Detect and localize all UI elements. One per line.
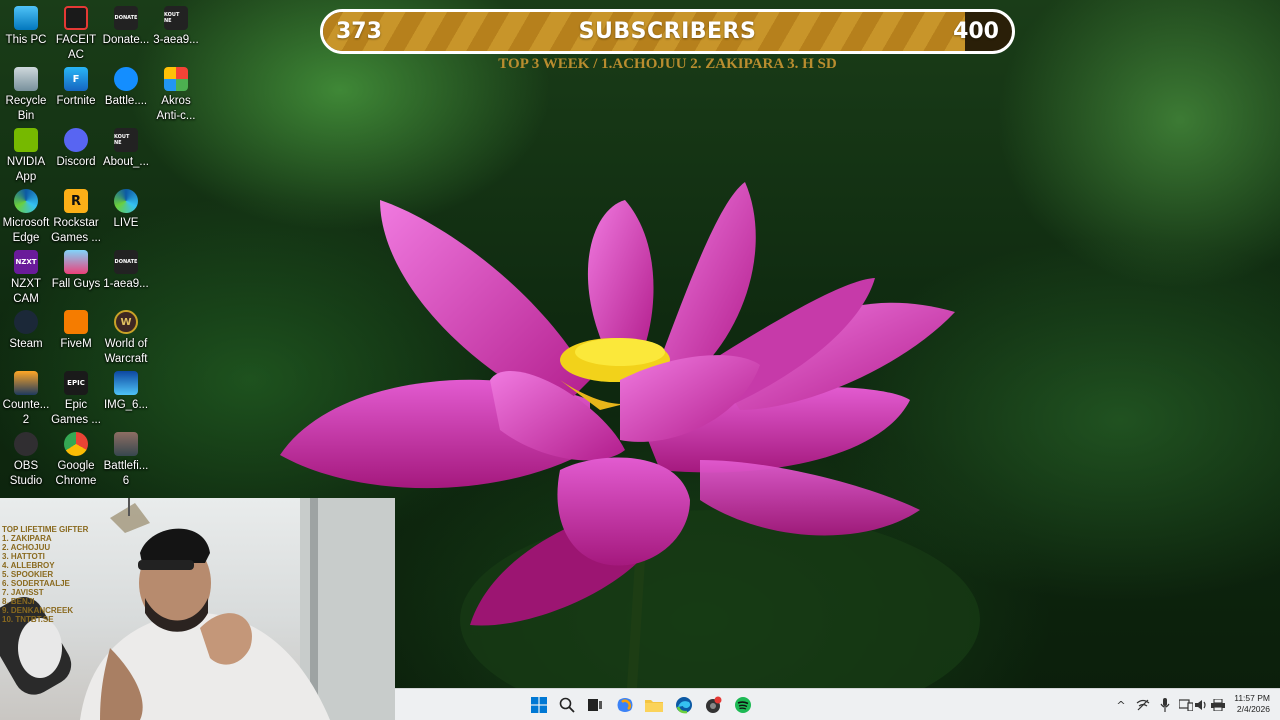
printer-icon[interactable] — [1211, 698, 1225, 712]
nzxt-cam-icon: NZXT — [14, 250, 38, 274]
file-explorer-icon[interactable] — [643, 694, 665, 716]
faceit-ac-icon — [64, 6, 88, 30]
desktop-icon-fall-guys[interactable]: Fall Guys — [50, 250, 102, 292]
top3-week-ticker: TOP 3 WEEK / 1.ACHOJUU 2. ZAKIPARA 3. H … — [498, 56, 837, 72]
battlenet-icon — [114, 67, 138, 91]
obs-icon — [14, 432, 38, 456]
system-clock[interactable]: 11:57 PM 2/4/2026 — [1234, 693, 1270, 715]
video-file-icon: DONATE — [114, 250, 138, 274]
discord-icon — [64, 128, 88, 152]
desktop-icon-about[interactable]: KOUT NE About_... — [100, 128, 152, 170]
chevron-up-icon[interactable]: ^ — [1114, 698, 1128, 712]
desktop-icon-obs[interactable]: OBS Studio — [0, 432, 52, 489]
recycle-bin-icon — [14, 67, 38, 91]
app-red-dot-icon[interactable] — [702, 694, 724, 716]
microphone-icon[interactable] — [1158, 698, 1172, 712]
desktop-icon-rockstar[interactable]: R Rockstar Games ... — [50, 189, 102, 246]
desktop-icon-nzxt-cam[interactable]: NZXT NZXT CAM — [0, 250, 52, 307]
battlefield-icon — [114, 432, 138, 456]
clock-date: 2/4/2026 — [1236, 704, 1270, 714]
desktop-icon-recycle-bin[interactable]: Recycle Bin — [0, 67, 52, 124]
subscriber-goal-target: 400 — [953, 19, 999, 44]
desktop-icon-battlefield[interactable]: Battlefi... 6 — [100, 432, 152, 489]
taskbar: ^ 11:57 PM 2/4/2026 — [395, 688, 1280, 720]
desktop-icon-live[interactable]: LIVE — [100, 189, 152, 231]
chrome-icon — [64, 432, 88, 456]
desktop-icon-fortnite[interactable]: F Fortnite — [50, 67, 102, 109]
spotify-icon[interactable] — [732, 694, 754, 716]
subscriber-goal-label: SUBSCRIBERS — [578, 19, 757, 44]
desktop-icon-steam[interactable]: Steam — [0, 310, 52, 352]
top-lifetime-gifter-list: TOP LIFETIME GIFTER 1. ZAKIPARA 2. ACHOJ… — [2, 525, 89, 624]
akros-icon — [164, 67, 188, 91]
rockstar-icon: R — [64, 189, 88, 213]
live-icon — [114, 189, 138, 213]
phone-link-icon[interactable] — [1179, 698, 1193, 712]
desktop-icon-donate[interactable]: DONATE Donate... — [100, 6, 152, 48]
desktop-icon-wow[interactable]: W World of Warcraft — [100, 310, 152, 367]
desktop-icon-img[interactable]: IMG_6... — [100, 371, 152, 413]
epic-games-icon: EPIC — [64, 371, 88, 395]
edge-icon — [14, 189, 38, 213]
desktop-icon-discord[interactable]: Discord — [50, 128, 102, 170]
fivem-icon — [64, 310, 88, 334]
windows-start-icon[interactable] — [528, 694, 550, 716]
desktop-icon-nvidia[interactable]: NVIDIA App — [0, 128, 52, 185]
desktop-icon-faceit-ac[interactable]: FACEIT AC — [50, 6, 102, 63]
desktop-icon-battlenet[interactable]: Battle.... — [100, 67, 152, 109]
nvidia-icon — [14, 128, 38, 152]
wow-icon: W — [114, 310, 138, 334]
copilot-icon[interactable] — [614, 694, 636, 716]
desktop-icon-counter-strike[interactable]: Counte... 2 — [0, 371, 52, 428]
fortnite-icon: F — [64, 67, 88, 91]
desktop-icon-fivem[interactable]: FiveM — [50, 310, 102, 352]
webcam-overlay: TOP LIFETIME GIFTER 1. ZAKIPARA 2. ACHOJ… — [0, 498, 395, 720]
clock-time: 11:57 PM — [1234, 693, 1270, 703]
about-file-icon: KOUT NE — [114, 128, 138, 152]
search-icon[interactable] — [556, 694, 578, 716]
volume-icon[interactable] — [1195, 698, 1209, 712]
network-off-icon[interactable] — [1136, 698, 1150, 712]
steam-icon — [14, 310, 38, 334]
fall-guys-icon — [64, 250, 88, 274]
video-file-icon: KOUT NE — [164, 6, 188, 30]
desktop-icon-edge[interactable]: Microsoft Edge — [0, 189, 52, 246]
desktop-icon-chrome[interactable]: Google Chrome — [50, 432, 102, 489]
counter-strike-icon — [14, 371, 38, 395]
donate-icon: DONATE — [114, 6, 138, 30]
task-view-icon[interactable] — [584, 694, 606, 716]
desktop-icon-this-pc[interactable]: This PC — [0, 6, 52, 48]
subscriber-goal-bar: 373 SUBSCRIBERS 400 — [320, 9, 1015, 54]
desktop-icon-epic-games[interactable]: EPIC Epic Games ... — [50, 371, 102, 428]
desktop-icon-1-aea9[interactable]: DONATE 1-aea9... — [100, 250, 152, 292]
this-pc-icon — [14, 6, 38, 30]
image-file-icon — [114, 371, 138, 395]
desktop-icon-3-aea9[interactable]: KOUT NE 3-aea9... — [150, 6, 202, 48]
edge-icon[interactable] — [673, 694, 695, 716]
desktop-icon-akros[interactable]: Akros Anti-c... — [150, 67, 202, 124]
